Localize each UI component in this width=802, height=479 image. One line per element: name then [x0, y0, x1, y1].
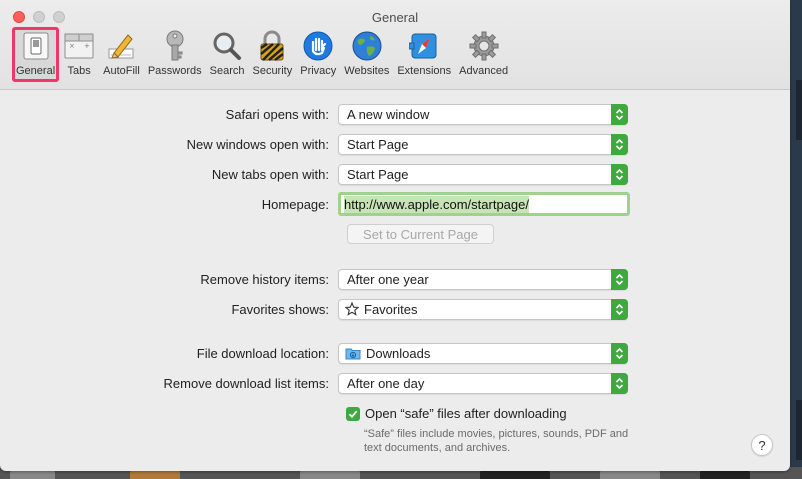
tab-privacy[interactable]: Privacy	[296, 30, 340, 82]
tabs-icon: × +	[63, 30, 95, 62]
row-favorites-shows: Favorites shows: Favorites	[0, 298, 628, 320]
autofill-pencil-icon	[105, 30, 137, 62]
chevron-updown-icon	[611, 163, 628, 185]
download-location-value: Downloads	[366, 345, 431, 361]
download-location-popup[interactable]: Downloads	[338, 342, 628, 364]
open-safe-files-checkbox[interactable]	[346, 406, 360, 421]
safe-files-note: “Safe” files include movies, pictures, s…	[364, 428, 629, 454]
open-safe-files-label[interactable]: Open “safe” files after downloading	[365, 406, 567, 421]
favorites-shows-value: Favorites	[364, 301, 418, 317]
new-windows-label: New windows open with:	[186, 136, 329, 152]
window-title: General	[371, 10, 419, 25]
row-new-windows: New windows open with: Start Page	[0, 133, 628, 155]
safari-opens-popup[interactable]: A new window	[338, 103, 628, 125]
preferences-toolbar: General × + Tabs AutoFill Passwords Sear…	[12, 27, 512, 82]
remove-history-popup[interactable]: After one year	[338, 268, 628, 290]
tab-general[interactable]: General	[12, 27, 60, 82]
chevron-updown-icon	[611, 298, 628, 320]
desktop-background	[790, 0, 802, 479]
checkmark-icon	[348, 410, 358, 418]
new-tabs-label: New tabs open with:	[211, 166, 329, 182]
row-remove-history: Remove history items: After one year	[0, 268, 628, 290]
favorites-shows-label: Favorites shows:	[231, 301, 329, 317]
download-location-label: File download location:	[196, 345, 329, 361]
hand-icon	[302, 30, 334, 62]
tab-search[interactable]: Search	[206, 30, 249, 82]
tab-extensions[interactable]: Extensions	[393, 30, 455, 82]
row-download-location: File download location: Downloads	[0, 342, 628, 364]
remove-download-label: Remove download list items:	[163, 375, 329, 391]
tab-websites[interactable]: Websites	[340, 30, 393, 82]
homepage-value: http://www.apple.com/startpage/	[344, 195, 529, 213]
star-icon	[345, 302, 359, 316]
tab-passwords[interactable]: Passwords	[144, 30, 206, 82]
title-bar: General General × + Tabs AutoFill Passwo…	[0, 0, 790, 90]
gear-icon	[468, 30, 500, 62]
safari-opens-value: A new window	[347, 106, 430, 122]
remove-download-value: After one day	[347, 375, 425, 391]
tab-advanced[interactable]: Advanced	[455, 30, 512, 82]
homepage-label: Homepage:	[261, 196, 329, 212]
magnifier-icon	[211, 30, 243, 62]
tab-tabs[interactable]: × + Tabs	[59, 30, 99, 82]
help-button[interactable]: ?	[751, 434, 773, 456]
safari-opens-label: Safari opens with:	[225, 106, 329, 122]
row-safari-opens: Safari opens with: A new window	[0, 103, 628, 125]
chevron-updown-icon	[611, 268, 628, 290]
compass-puzzle-icon	[408, 30, 440, 62]
downloads-folder-icon	[345, 347, 361, 360]
chevron-updown-icon	[611, 133, 628, 155]
set-current-page-button[interactable]: Set to Current Page	[347, 224, 494, 244]
homepage-input[interactable]: http://www.apple.com/startpage/	[338, 192, 630, 216]
key-icon	[159, 30, 191, 62]
tab-autofill[interactable]: AutoFill	[99, 30, 144, 82]
svg-text:+: +	[84, 42, 90, 50]
chevron-updown-icon	[611, 103, 628, 125]
chevron-updown-icon	[611, 342, 628, 364]
new-windows-popup[interactable]: Start Page	[338, 133, 628, 155]
svg-text:×: ×	[69, 42, 75, 50]
padlock-icon	[256, 30, 288, 62]
general-pane: Safari opens with: A new window New wind…	[0, 90, 790, 471]
preferences-window: General General × + Tabs AutoFill Passwo…	[0, 0, 790, 471]
row-homepage: Homepage: http://www.apple.com/startpage…	[0, 192, 630, 216]
globe-icon	[351, 30, 383, 62]
row-remove-download: Remove download list items: After one da…	[0, 372, 628, 394]
remove-history-label: Remove history items:	[200, 271, 329, 287]
new-tabs-value: Start Page	[347, 166, 409, 182]
open-safe-files-row: Open “safe” files after downloading	[346, 406, 567, 421]
chevron-updown-icon	[611, 372, 628, 394]
row-new-tabs: New tabs open with: Start Page	[0, 163, 628, 185]
favorites-shows-popup[interactable]: Favorites	[338, 298, 628, 320]
new-tabs-popup[interactable]: Start Page	[338, 163, 628, 185]
general-switch-icon	[20, 30, 52, 62]
tab-security[interactable]: Security	[248, 30, 296, 82]
new-windows-value: Start Page	[347, 136, 409, 152]
remove-download-popup[interactable]: After one day	[338, 372, 628, 394]
remove-history-value: After one year	[347, 271, 429, 287]
